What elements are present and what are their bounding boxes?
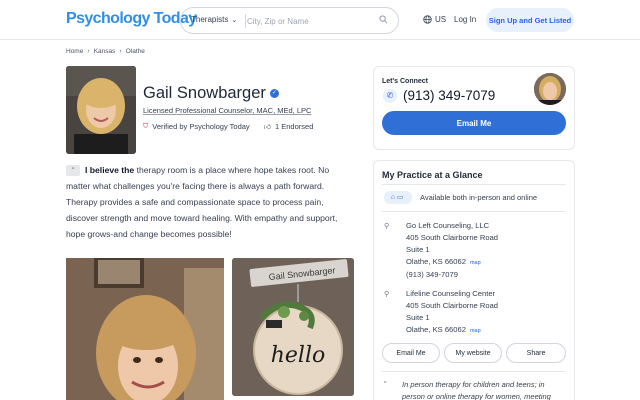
practice-title: My Practice at a Glance [382,170,483,180]
location-pin-icon: ⚲ [384,223,390,230]
language-selector[interactable]: US [423,15,446,24]
email-me-outline-button[interactable]: Email Me [382,343,440,363]
share-button[interactable]: Share [506,343,566,363]
location-1-city: Olathe, KS 66062 [406,257,466,266]
chevron-down-icon: ⌄ [231,17,238,24]
email-me-button[interactable]: Email Me [382,111,566,135]
therapist-name-text: Gail Snowbarger [143,84,266,102]
profile-photo-image [66,66,136,154]
breadcrumb: Home › Kansas › Olathe [66,48,145,55]
location-1-street: 405 South Clairborne Road [406,233,499,242]
search-icon[interactable] [379,15,388,24]
phone-row[interactable]: ✆ (913) 349-7079 [383,88,495,103]
phone-icon: ✆ [383,88,397,103]
verified-shield-icon: ⛉ [143,122,149,130]
location-2-name: Lifeline Counseling Center [406,289,496,298]
credentials[interactable]: Licensed Professional Counselor, MAC, ME… [143,106,311,115]
verification-row: ⛉ Verified by Psychology Today 👍︎ 1 Endo… [143,122,313,131]
search-category-select[interactable]: Therapists ⌄ [191,15,237,24]
bio-text: therapy room is a place where hope takes… [66,165,338,239]
verified-text: Verified by Psychology Today [152,122,250,131]
contact-card: Let's Connect ✆ (913) 349-7079 Email Me [373,66,575,150]
signup-button[interactable]: Sign Up and Get Listed [486,8,574,32]
divider [382,211,566,212]
quote-icon: “ [384,380,387,389]
location-2-suite: Suite 1 [406,313,430,322]
location-2-city: Olathe, KS 66062 [406,325,466,334]
divider [382,371,566,372]
availability-row: ⌂▭ Available both in-person and online [384,191,537,204]
verified-check-icon: ✓ [269,89,279,98]
practice-actions: Email Me My website Share [382,343,566,363]
location-1-name: Go Left Counseling, LLC [406,221,490,230]
phone-number[interactable]: (913) 349-7079 [403,88,495,103]
login-link[interactable]: Log In [454,15,476,24]
search-bar: Therapists ⌄ [180,7,399,34]
chevron-right-icon: › [87,48,90,55]
availability-text: Available both in-person and online [420,193,538,202]
divider [382,184,566,185]
search-input[interactable] [247,12,377,30]
contact-title: Let's Connect [382,78,429,85]
chevron-right-icon: › [119,48,122,55]
location-pin-icon: ⚲ [384,291,390,298]
in-person-online-icon: ⌂▭ [384,191,412,204]
gallery-photo-sign[interactable]: Gail Snowbarger hello [232,258,354,396]
gallery-sign-image: Gail Snowbarger hello [232,258,354,396]
bio-lead: I believe the [85,165,135,175]
location-1-suite: Suite 1 [406,245,430,254]
quote-icon: “ [66,165,80,177]
location-2: ⚲ Lifeline Counseling Center 405 South C… [384,288,566,336]
breadcrumb-home[interactable]: Home [66,48,83,55]
gallery-portrait-image [66,258,224,400]
globe-icon [423,15,432,24]
location-1: ⚲ Go Left Counseling, LLC 405 South Clai… [384,220,566,280]
language-label: US [435,15,447,24]
breadcrumb-city[interactable]: Olathe [126,48,145,55]
top-navigation-bar: Psychology Today Therapists⌄ US Log In S… [0,0,640,40]
search-category-label: Therapists [191,15,229,24]
thumbs-up-icon: 👍︎ [263,124,271,131]
contact-avatar [534,73,566,105]
practice-card: My Practice at a Glance ⌂▭ Available bot… [373,160,575,400]
psychology-today-logo[interactable]: Psychology Today [66,10,197,28]
breadcrumb-state[interactable]: Kansas [94,48,116,55]
location-2-street: 405 South Clairborne Road [406,301,499,310]
gallery-photo-portrait[interactable] [66,258,224,400]
practice-note-text: In person therapy for children and teens… [402,380,551,400]
location-2-map-link[interactable]: map [470,328,481,334]
location-1-map-link[interactable]: map [470,260,481,266]
location-1-phone[interactable]: (913) 349-7079 [406,269,566,281]
search-divider [245,14,246,28]
bio-paragraph: “ I believe the therapy room is a place w… [66,162,348,242]
my-website-button[interactable]: My website [444,343,502,363]
therapist-name: Gail Snowbarger ✓ [143,84,279,103]
contact-avatar-image [534,73,566,105]
endorsed-count[interactable]: 1 Endorsed [275,122,313,131]
hello-sign-text: hello [271,343,326,368]
profile-photo [66,66,136,154]
